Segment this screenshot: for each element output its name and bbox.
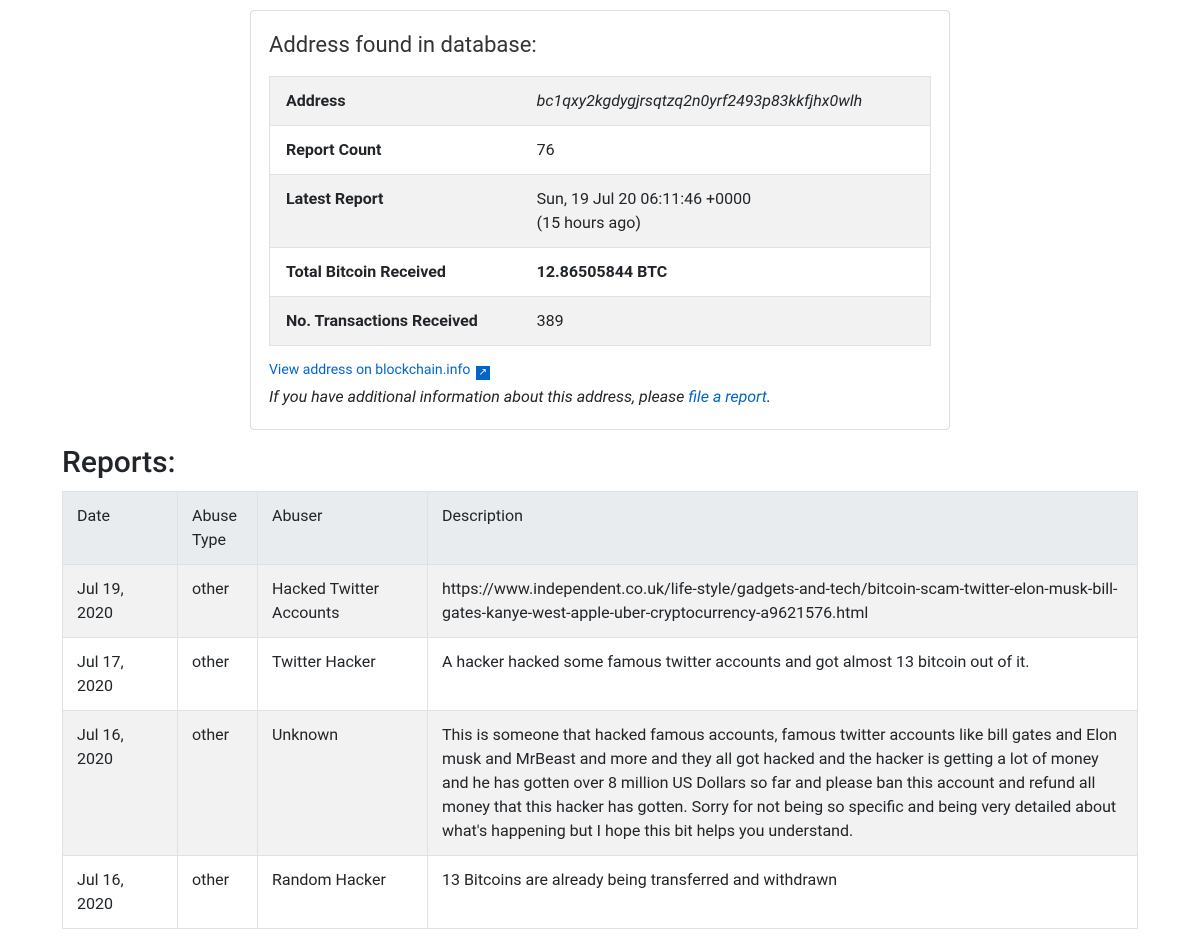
- table-row: Jul 17, 2020otherTwitter HackerA hacker …: [63, 638, 1138, 711]
- report-description: A hacker hacked some famous twitter acco…: [428, 638, 1138, 711]
- external-link-icon: [476, 366, 490, 380]
- report-date: Jul 16, 2020: [63, 711, 178, 856]
- col-header-date: Date: [63, 492, 178, 565]
- report-description: This is someone that hacked famous accou…: [428, 711, 1138, 856]
- table-row: Jul 19, 2020otherHacked Twitter Accounts…: [63, 565, 1138, 638]
- reports-table: Date Abuse Type Abuser Description Jul 1…: [62, 491, 1138, 929]
- blockchain-link-text: View address on blockchain.info: [269, 362, 470, 378]
- file-a-report-link[interactable]: file a report: [688, 387, 767, 406]
- summary-label: Total Bitcoin Received: [270, 248, 521, 297]
- report-abuse-type: other: [178, 711, 258, 856]
- col-header-abuse-type: Abuse Type: [178, 492, 258, 565]
- summary-row-total-received: Total Bitcoin Received 12.86505844 BTC: [270, 248, 931, 297]
- col-header-abuser: Abuser: [258, 492, 428, 565]
- latest-report-timestamp: Sun, 19 Jul 20 06:11:46 +0000: [537, 189, 751, 208]
- report-abuser: Hacked Twitter Accounts: [258, 565, 428, 638]
- additional-info-text: If you have additional information about…: [269, 385, 931, 409]
- col-header-description: Description: [428, 492, 1138, 565]
- report-abuse-type: other: [178, 856, 258, 929]
- report-abuser: Random Hacker: [258, 856, 428, 929]
- summary-row-report-count: Report Count 76: [270, 126, 931, 175]
- summary-row-tx-received: No. Transactions Received 389: [270, 297, 931, 346]
- address-summary-table: Address bc1qxy2kgdygjrsqtzq2n0yrf2493p83…: [269, 76, 931, 346]
- card-title: Address found in database:: [269, 29, 931, 62]
- additional-info-suffix: .: [767, 387, 771, 406]
- latest-report-relative: (15 hours ago): [537, 213, 641, 232]
- blockchain-link-row: View address on blockchain.info: [269, 360, 931, 381]
- table-row: Jul 16, 2020otherRandom Hacker13 Bitcoin…: [63, 856, 1138, 929]
- summary-value-total-received: 12.86505844 BTC: [521, 248, 931, 297]
- report-abuse-type: other: [178, 565, 258, 638]
- report-abuser: Twitter Hacker: [258, 638, 428, 711]
- summary-value-address: bc1qxy2kgdygjrsqtzq2n0yrf2493p83kkfjhx0w…: [521, 77, 931, 126]
- additional-info-prefix: If you have additional information about…: [269, 387, 688, 406]
- reports-section: Date Abuse Type Abuser Description Jul 1…: [62, 491, 1138, 929]
- report-abuse-type: other: [178, 638, 258, 711]
- page-container: Address found in database: Address bc1qx…: [0, 10, 1200, 949]
- view-on-blockchain-link[interactable]: View address on blockchain.info: [269, 362, 490, 378]
- summary-label: Latest Report: [270, 175, 521, 248]
- summary-row-latest-report: Latest Report Sun, 19 Jul 20 06:11:46 +0…: [270, 175, 931, 248]
- summary-label: No. Transactions Received: [270, 297, 521, 346]
- summary-value-latest-report: Sun, 19 Jul 20 06:11:46 +0000 (15 hours …: [521, 175, 931, 248]
- summary-label: Address: [270, 77, 521, 126]
- report-date: Jul 19, 2020: [63, 565, 178, 638]
- report-date: Jul 16, 2020: [63, 856, 178, 929]
- reports-header-row: Date Abuse Type Abuser Description: [63, 492, 1138, 565]
- reports-heading: Reports:: [62, 440, 1200, 485]
- address-summary-card: Address found in database: Address bc1qx…: [250, 10, 950, 430]
- summary-value-report-count: 76: [521, 126, 931, 175]
- report-description: 13 Bitcoins are already being transferre…: [428, 856, 1138, 929]
- report-abuser: Unknown: [258, 711, 428, 856]
- summary-row-address: Address bc1qxy2kgdygjrsqtzq2n0yrf2493p83…: [270, 77, 931, 126]
- summary-label: Report Count: [270, 126, 521, 175]
- table-row: Jul 16, 2020otherUnknownThis is someone …: [63, 711, 1138, 856]
- summary-value-tx-received: 389: [521, 297, 931, 346]
- total-received-value: 12.86505844 BTC: [537, 262, 668, 281]
- report-date: Jul 17, 2020: [63, 638, 178, 711]
- report-description: https://www.independent.co.uk/life-style…: [428, 565, 1138, 638]
